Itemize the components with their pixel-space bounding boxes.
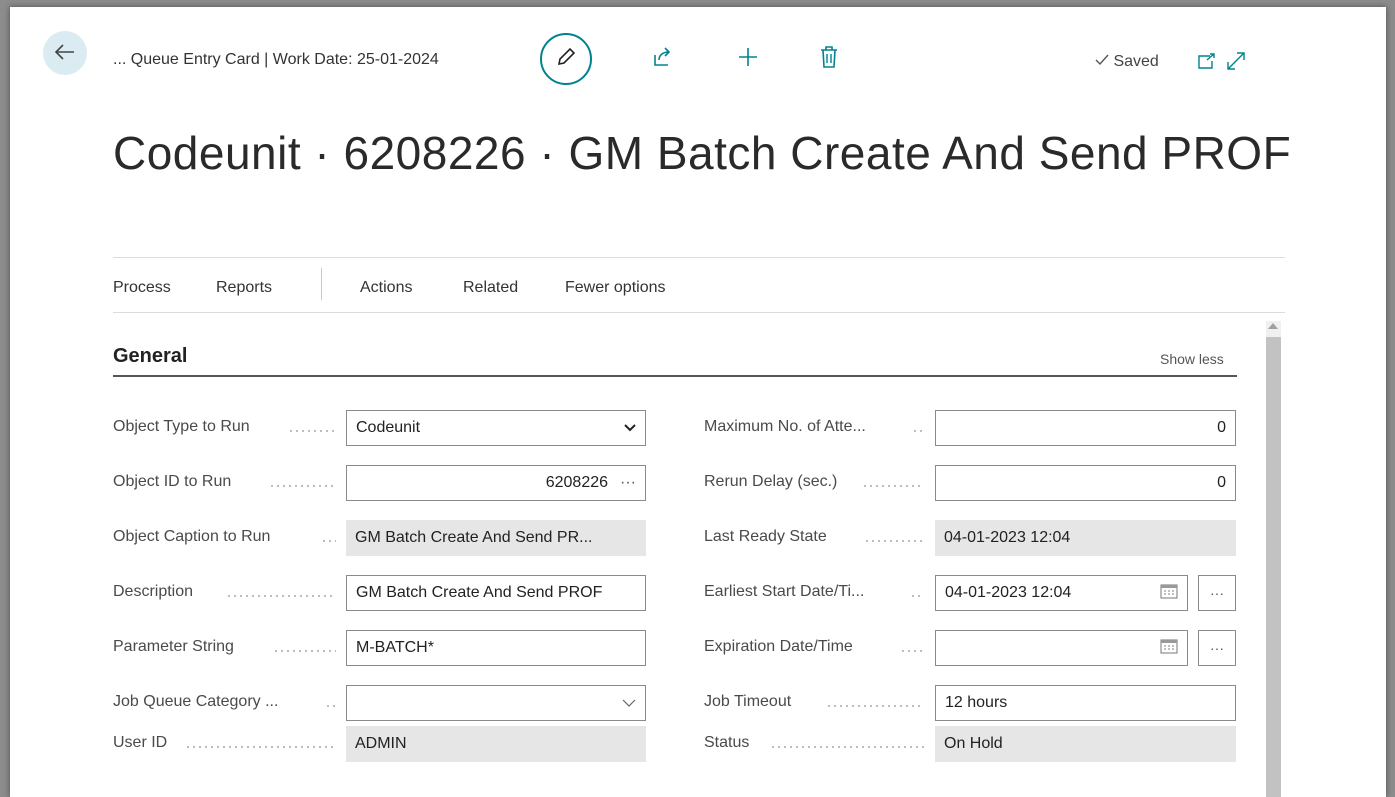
arrow-left-icon [54,39,75,67]
job-timeout-input[interactable]: 12 hours [935,685,1236,721]
field-label: Rerun Delay (sec.) [704,473,838,490]
status-value: On Hold [935,726,1236,762]
field-label: Earliest Start Date/Ti... [704,583,865,600]
checkmark-icon [1095,53,1113,70]
field-object-id: Object ID to Run 6208226 ··· [113,465,653,501]
menu-divider [321,268,322,300]
field-object-caption: Object Caption to Run GM Batch Create An… [113,520,653,556]
field-label: Object Caption to Run [113,528,271,545]
trash-icon [820,45,838,73]
menu-reports[interactable]: Reports [216,279,272,297]
leader-dots [862,485,924,487]
field-label: Object Type to Run [113,418,250,435]
field-label: User ID [113,734,168,751]
field-max-attempts: Maximum No. of Atte... 0 [704,410,1244,446]
plus-icon [737,46,759,73]
menu-process[interactable]: Process [113,279,171,297]
scroll-up-arrow[interactable] [1268,323,1278,329]
field-label: Last Ready State [704,528,827,545]
leader-dots [185,746,336,748]
field-label: Maximum No. of Atte... [704,418,866,435]
back-button[interactable] [43,31,87,75]
rerun-delay-input[interactable]: 0 [935,465,1236,501]
calendar-icon[interactable] [1160,638,1178,659]
field-label: Description [113,583,194,600]
leader-dots [226,595,336,597]
field-job-timeout: Job Timeout 12 hours [704,685,1244,721]
leader-dots [770,746,924,748]
section-general-title[interactable]: General [113,345,187,368]
object-caption-value: GM Batch Create And Send PR... [346,520,646,556]
object-id-input[interactable]: 6208226 ··· [346,465,646,501]
field-earliest-start: Earliest Start Date/Ti... 04-01-2023 12:… [704,575,1244,611]
chevron-down-icon [622,694,636,712]
leader-dots [288,430,336,432]
field-label: Job Queue Category ... [113,693,279,710]
field-label: Status [704,734,750,751]
field-expiration: Expiration Date/Time ··· [704,630,1244,666]
field-label: Object ID to Run [113,473,232,490]
menu-actions[interactable]: Actions [360,279,412,297]
field-last-ready-state: Last Ready State 04-01-2023 12:04 [704,520,1244,556]
leader-dots [900,650,924,652]
expiration-input[interactable] [935,630,1188,666]
object-type-select[interactable]: Codeunit [346,410,646,446]
leader-dots [269,485,336,487]
share-icon [652,46,672,72]
edit-button[interactable] [540,33,592,85]
menu-bottom-divider [113,312,1285,313]
breadcrumb: ... Queue Entry Card | Work Date: 25-01-… [113,51,439,68]
ellipsis-icon[interactable]: ··· [620,474,636,492]
menu-related[interactable]: Related [463,279,518,297]
field-object-type: Object Type to Run Codeunit [113,410,653,446]
chevron-down-icon [624,419,636,437]
field-label: Job Timeout [704,693,792,710]
section-underline [113,375,1237,377]
earliest-start-input[interactable]: 04-01-2023 12:04 [935,575,1188,611]
open-in-new-window-icon[interactable] [1198,53,1216,74]
field-user-id: User ID ADMIN [113,726,653,762]
expiration-more-button[interactable]: ··· [1198,630,1236,666]
job-queue-entry-card: ... Queue Entry Card | Work Date: 25-01-… [10,7,1386,797]
ellipsis-icon: ··· [1210,640,1224,656]
leader-dots [273,650,336,652]
scrollbar-thumb[interactable] [1266,337,1281,797]
leader-dots [910,595,924,597]
earliest-start-more-button[interactable]: ··· [1198,575,1236,611]
leader-dots [912,430,924,432]
leader-dots [325,705,336,707]
ellipsis-icon: ··· [1210,585,1224,601]
menu-fewer-options[interactable]: Fewer options [565,279,666,297]
leader-dots [826,705,924,707]
field-label: Expiration Date/Time [704,638,853,655]
calendar-icon[interactable] [1160,583,1178,604]
job-queue-category-select[interactable] [346,685,646,721]
page-title: Codeunit · 6208226 · GM Batch Create And… [113,127,1292,179]
delete-button[interactable] [817,45,841,73]
field-status: Status On Hold [704,726,1244,762]
field-rerun-delay: Rerun Delay (sec.) 0 [704,465,1244,501]
title-divider [113,257,1285,258]
leader-dots [321,540,336,542]
description-input[interactable]: GM Batch Create And Send PROF [346,575,646,611]
user-id-value: ADMIN [346,726,646,762]
field-parameter-string: Parameter String M-BATCH* [113,630,653,666]
field-job-queue-category: Job Queue Category ... [113,685,653,721]
saved-indicator: Saved [1095,53,1159,71]
field-label: Parameter String [113,638,234,655]
show-less-link[interactable]: Show less [1160,351,1224,367]
new-button[interactable] [736,47,760,71]
max-attempts-input[interactable]: 0 [935,410,1236,446]
expand-icon[interactable] [1226,51,1246,76]
last-ready-state-value: 04-01-2023 12:04 [935,520,1236,556]
field-description: Description GM Batch Create And Send PRO… [113,575,653,611]
share-button[interactable] [650,46,674,72]
parameter-string-input[interactable]: M-BATCH* [346,630,646,666]
leader-dots [864,540,924,542]
pencil-icon [555,46,577,73]
